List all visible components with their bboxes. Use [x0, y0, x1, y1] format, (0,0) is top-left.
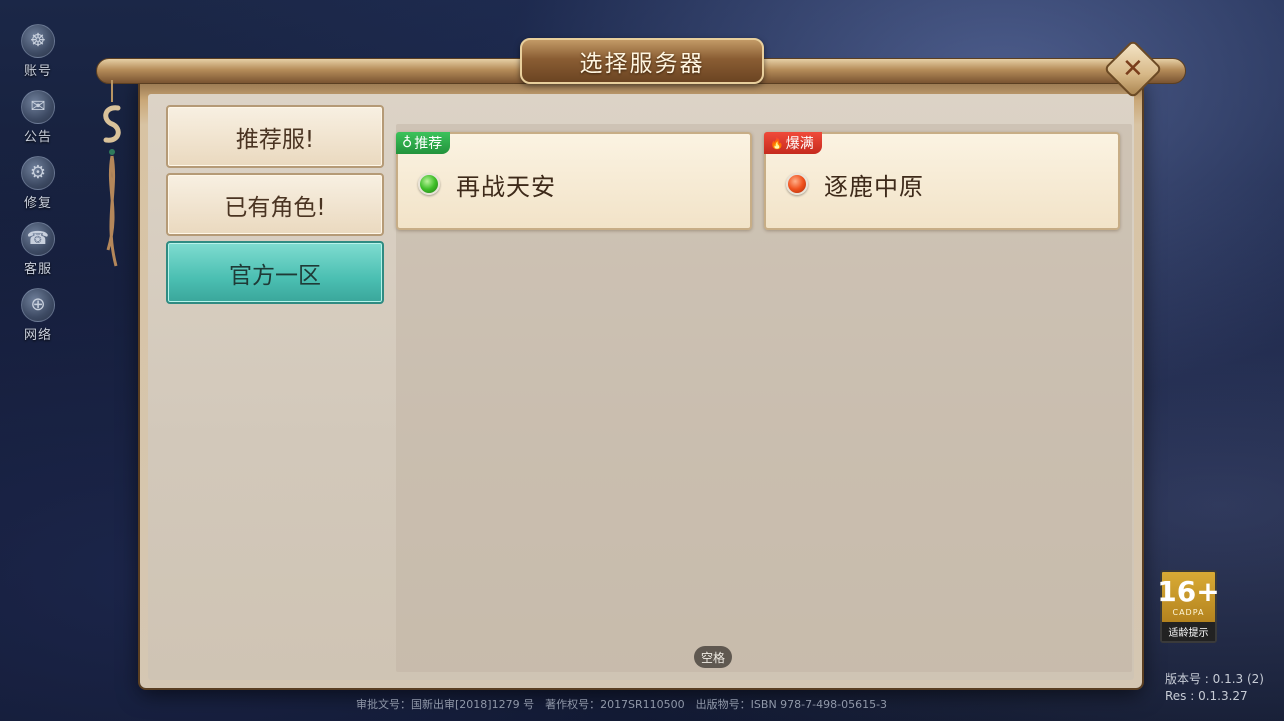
dialog-body: 推荐服! 已有角色! 官方一区 ♁ 推荐 再战天安 🔥 爆满 逐鹿中原 空格 [148, 94, 1134, 680]
sidebar-item-announcement[interactable]: ✉ 公告 [6, 84, 70, 150]
res-version: Res : 0.1.3.27 [1164, 689, 1248, 703]
server-name: 逐鹿中原 [824, 173, 924, 201]
age-rating-org: CADPA [1172, 608, 1205, 617]
dragon-ornament-icon [103, 80, 121, 267]
sidebar-item-account[interactable]: ☸ 账号 [6, 18, 70, 84]
server-name: 再战天安 [456, 173, 556, 201]
tab-official-zone-1[interactable]: 官方一区 [166, 241, 384, 304]
server-card-zaizhan-tianan[interactable]: ♁ 推荐 再战天安 [396, 132, 752, 230]
status-green-icon [418, 173, 440, 195]
version-info: 版本号 : 0.1.3 (2) Res : 0.1.3.27 [1165, 671, 1264, 705]
sidebar-item-label: 公告 [23, 129, 52, 145]
tab-existing-characters[interactable]: 已有角色! [166, 173, 384, 236]
status-red-icon [786, 173, 808, 195]
server-list: ♁ 推荐 再战天安 🔥 爆满 逐鹿中原 [396, 124, 1132, 672]
age-rating-value: 16+ [1157, 575, 1220, 608]
space-key-hint[interactable]: 空格 [694, 646, 733, 668]
network-icon: ⊕ [21, 287, 55, 322]
sidebar-item-network[interactable]: ⊕ 网络 [6, 282, 70, 348]
recommend-badge: ♁ 推荐 [396, 132, 451, 154]
dialog-frame: 推荐服! 已有角色! 官方一区 ♁ 推荐 再战天安 🔥 爆满 逐鹿中原 空格 [140, 76, 1142, 688]
announcement-icon: ✉ [21, 89, 55, 124]
age-rating-badge[interactable]: 16+ CADPA 适龄提示 [1157, 570, 1220, 643]
server-card-zhulu-zhongyuan[interactable]: 🔥 爆满 逐鹿中原 [764, 132, 1120, 230]
server-select-dialog: 推荐服! 已有角色! 官方一区 ♁ 推荐 再战天安 🔥 爆满 逐鹿中原 空格 选… [96, 38, 1186, 688]
dialog-title-plate: 选择服务器 [520, 38, 764, 84]
sidebar-item-repair[interactable]: ⚙ 修复 [6, 150, 70, 216]
sidebar-item-label: 网络 [23, 327, 52, 343]
age-rating-tip: 适龄提示 [1162, 622, 1215, 641]
sidebar-item-customer-service[interactable]: ☎ 客服 [6, 216, 70, 282]
close-icon: ✕ [1122, 53, 1144, 84]
tab-recommended[interactable]: 推荐服! [166, 105, 384, 168]
sidebar-item-label: 账号 [23, 63, 52, 79]
account-icon: ☸ [21, 23, 55, 58]
version-number: 版本号 : 0.1.3 (2) [1164, 672, 1264, 686]
full-badge: 🔥 爆满 [764, 132, 822, 154]
customer-service-icon: ☎ [21, 221, 55, 256]
repair-icon: ⚙ [21, 155, 55, 190]
dialog-title: 选择服务器 [579, 51, 705, 77]
legal-info: 审批文号：国新出审[2018]1279 号 著作权号：2017SR110500 … [356, 698, 888, 711]
sidebar-item-label: 客服 [23, 261, 52, 277]
sidebar-item-label: 修复 [23, 195, 52, 211]
side-menu: ☸ 账号 ✉ 公告 ⚙ 修复 ☎ 客服 ⊕ 网络 [6, 18, 70, 348]
recommend-badge-icon: ♁ [402, 135, 413, 151]
full-badge-label: 爆满 [785, 136, 814, 152]
recommend-badge-label: 推荐 [414, 136, 443, 152]
fire-icon: 🔥 [770, 136, 784, 150]
